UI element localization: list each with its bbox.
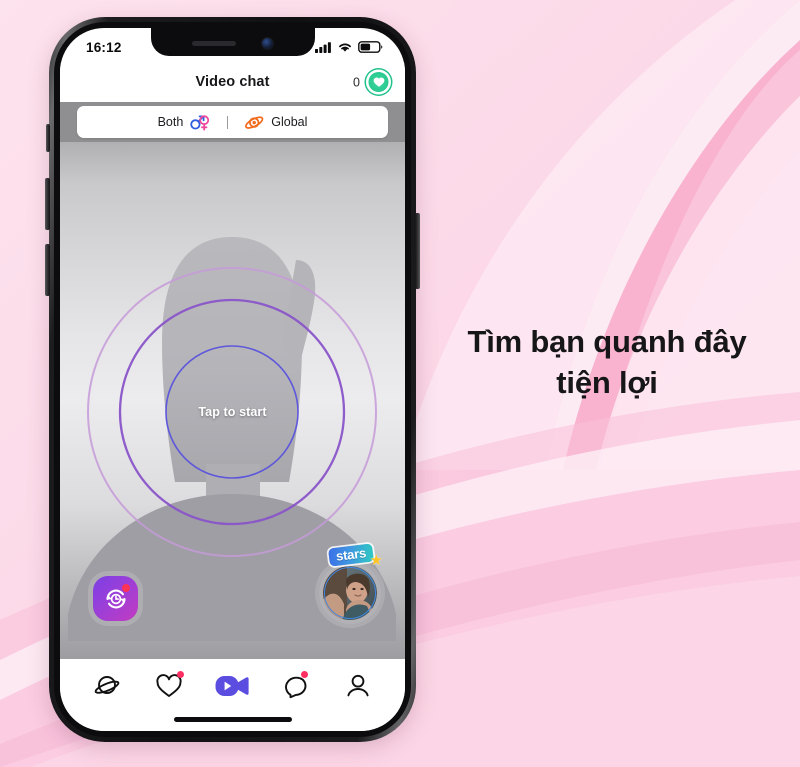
home-indicator[interactable]	[173, 717, 292, 722]
filter-pill: Both Global	[77, 106, 388, 138]
silence-switch[interactable]	[46, 124, 50, 152]
battery-icon	[358, 41, 383, 53]
avatar-ring	[324, 567, 376, 619]
notch	[150, 28, 315, 56]
coin-count: 0	[353, 75, 360, 89]
status-bar-time: 16:12	[86, 39, 122, 55]
gender-filter-label: Both	[157, 115, 184, 129]
front-camera-icon	[262, 37, 273, 49]
nav-item-likes[interactable]	[147, 669, 193, 703]
globe-atom-icon	[245, 115, 264, 129]
person-icon	[347, 674, 369, 697]
app-title: Video chat	[195, 74, 270, 90]
phone-screen: 16:12 Video chat 0 Both Global Tap to st…	[60, 28, 405, 731]
nav-item-profile[interactable]	[335, 669, 381, 703]
page-title: Tìm bạn quanh đây tiện lợi	[467, 324, 747, 400]
wifi-icon	[339, 43, 351, 52]
filter-bar: Both Global	[60, 102, 405, 142]
app-header: Video chat 0	[60, 62, 405, 102]
gender-filter[interactable]: Both	[142, 114, 228, 131]
planet-icon	[94, 675, 120, 694]
region-filter[interactable]: Global	[228, 114, 323, 131]
stars-avatar[interactable]: stars ★	[319, 543, 383, 624]
nav-item-messages[interactable]	[272, 669, 318, 703]
gender-both-icon	[190, 114, 210, 130]
heart-badge-icon[interactable]	[366, 69, 391, 95]
volume-up-button[interactable]	[45, 178, 50, 230]
header-actions[interactable]: 0	[353, 69, 391, 95]
cellular-signal-icon	[315, 42, 331, 53]
region-filter-label: Global	[271, 115, 308, 129]
history-badge-dot	[122, 584, 130, 592]
tap-to-start-label[interactable]: Tap to start	[198, 405, 266, 419]
stars-badge: stars	[328, 543, 375, 567]
phone-mockup: 16:12 Video chat 0 Both Global Tap to st…	[45, 17, 420, 742]
power-button[interactable]	[415, 213, 420, 289]
nav-item-video-chat[interactable]	[209, 669, 255, 703]
likes-badge-dot	[176, 671, 184, 678]
promo-banner: Tìm bạn quanh đây tiện lợi 16:12 Video c…	[0, 0, 800, 767]
heart-glyph-icon	[373, 77, 384, 87]
volume-down-button[interactable]	[45, 244, 50, 296]
star-icon: ★	[369, 552, 383, 569]
video-camera-icon	[215, 676, 250, 696]
nav-item-discover[interactable]	[84, 669, 130, 703]
video-preview-area[interactable]: Tap to start stars ★	[60, 142, 405, 659]
history-button[interactable]	[93, 576, 138, 621]
speaker-grille-icon	[192, 40, 236, 46]
